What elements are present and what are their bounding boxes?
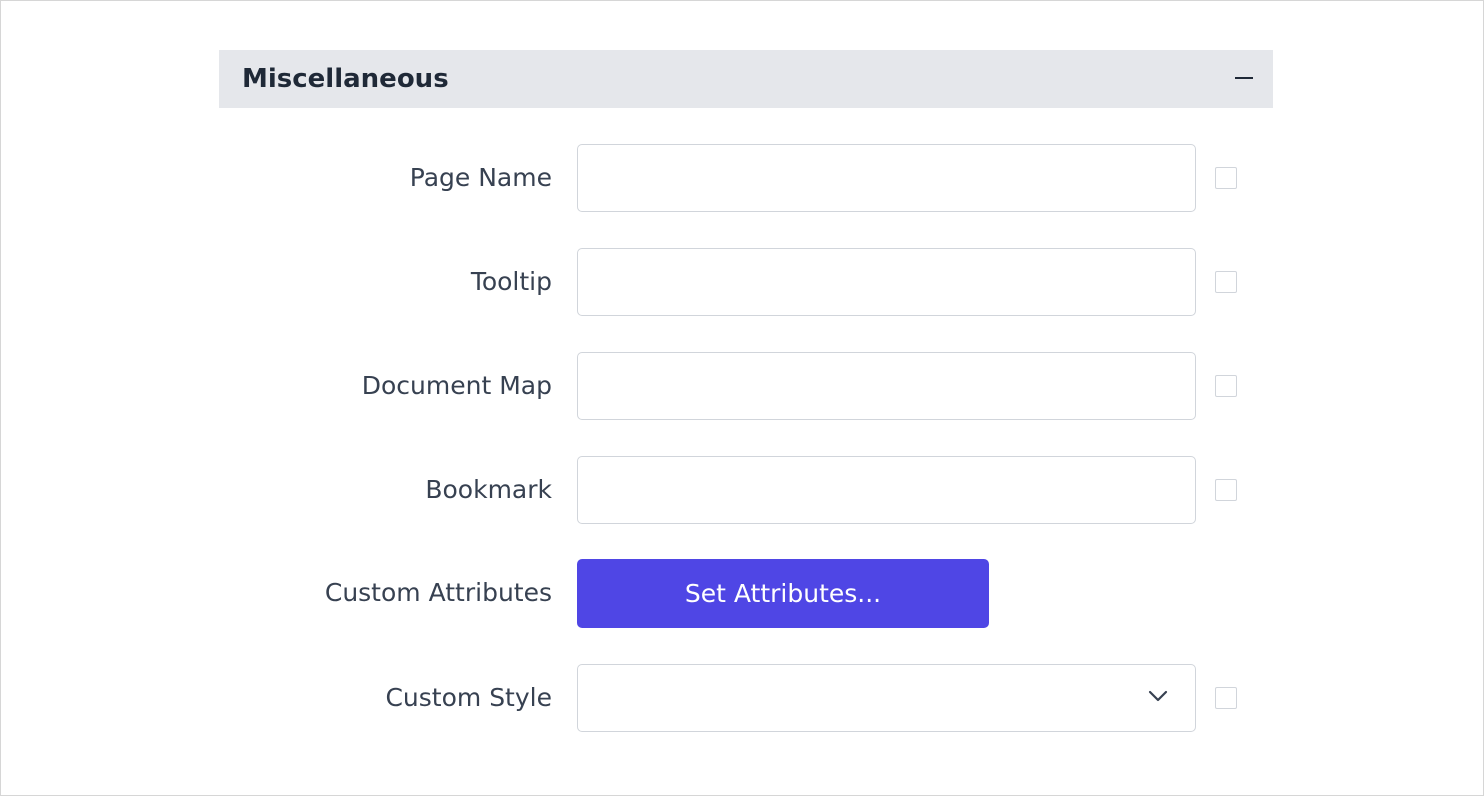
page-name-label: Page Name (409, 163, 552, 192)
row-bookmark: Bookmark (219, 456, 1273, 524)
properties-panel: Miscellaneous Page Name Tooltip Document… (0, 0, 1484, 796)
row-tooltip: Tooltip (219, 248, 1273, 316)
bookmark-input[interactable] (577, 456, 1196, 524)
chevron-down-icon (1148, 690, 1168, 702)
tooltip-input[interactable] (577, 248, 1196, 316)
bookmark-label: Bookmark (425, 475, 552, 504)
row-document-map: Document Map (219, 352, 1273, 420)
minus-icon[interactable] (1233, 67, 1255, 89)
page-name-input[interactable] (577, 144, 1196, 212)
custom-attributes-label: Custom Attributes (324, 578, 552, 607)
page-name-checkbox[interactable] (1215, 167, 1237, 189)
bookmark-checkbox[interactable] (1215, 479, 1237, 501)
document-map-input[interactable] (577, 352, 1196, 420)
row-page-name: Page Name (219, 144, 1273, 212)
row-custom-style: Custom Style (219, 664, 1273, 732)
document-map-checkbox[interactable] (1215, 375, 1237, 397)
custom-style-select[interactable] (577, 664, 1196, 732)
tooltip-label: Tooltip (470, 267, 552, 296)
tooltip-checkbox[interactable] (1215, 271, 1237, 293)
custom-style-label: Custom Style (385, 683, 552, 712)
custom-style-checkbox[interactable] (1215, 687, 1237, 709)
row-custom-attributes: Custom Attributes Set Attributes... (219, 559, 1273, 628)
section-title: Miscellaneous (242, 64, 449, 94)
set-attributes-button[interactable]: Set Attributes... (577, 559, 989, 628)
document-map-label: Document Map (361, 371, 552, 400)
section-header-miscellaneous[interactable]: Miscellaneous (219, 50, 1273, 108)
